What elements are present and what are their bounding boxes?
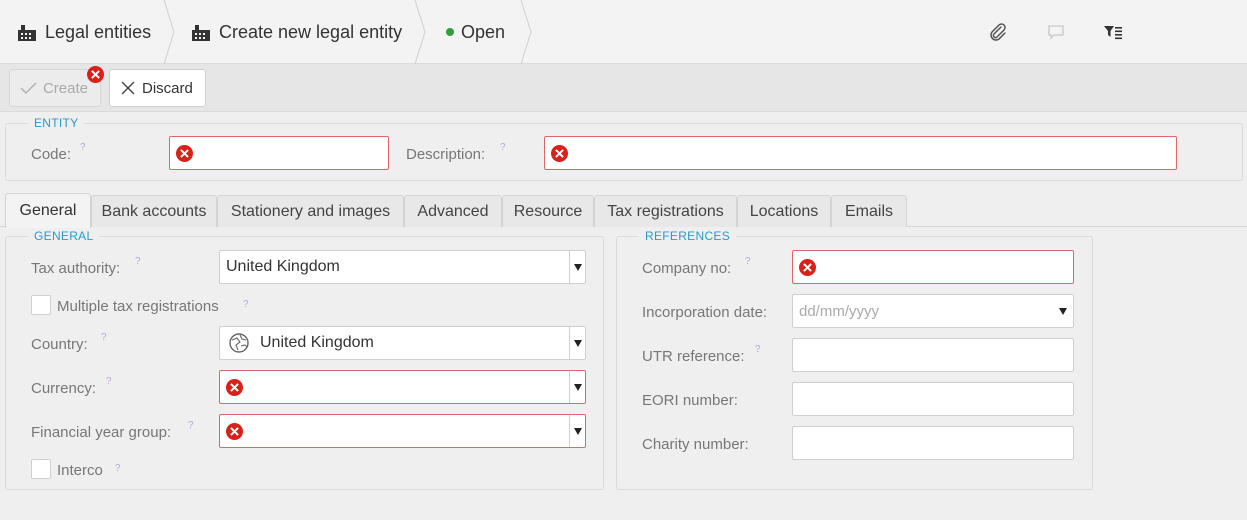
status-open: Open bbox=[446, 0, 505, 64]
error-icon bbox=[87, 66, 104, 83]
help-icon[interactable]: ? bbox=[115, 463, 121, 474]
discard-button-label: Discard bbox=[142, 79, 193, 97]
tab-advanced[interactable]: Advanced bbox=[404, 195, 502, 227]
chevron-down-icon[interactable] bbox=[569, 415, 585, 447]
references-legend: REFERENCES bbox=[639, 229, 737, 243]
discard-button[interactable]: Discard bbox=[109, 69, 206, 107]
error-icon bbox=[176, 144, 193, 162]
chevron-down-icon[interactable] bbox=[569, 327, 585, 359]
help-icon[interactable]: ? bbox=[106, 376, 112, 387]
country-select[interactable]: United Kingdom bbox=[219, 326, 586, 360]
multiple-tax-registrations-checkbox[interactable] bbox=[31, 295, 51, 315]
tab-tax-registrations[interactable]: Tax registrations bbox=[594, 195, 737, 227]
building-icon bbox=[192, 25, 210, 41]
eori-number-label: EORI number: bbox=[642, 392, 738, 409]
company-no-field[interactable] bbox=[792, 250, 1074, 284]
chevron-down-icon[interactable] bbox=[569, 251, 585, 283]
breadcrumb: Legal entities Create new legal entity O… bbox=[0, 0, 1247, 64]
status-dot-icon bbox=[446, 28, 454, 36]
chevron-down-icon[interactable] bbox=[1059, 295, 1067, 327]
incorporation-date-field[interactable]: dd/mm/yyyy bbox=[792, 294, 1074, 328]
breadcrumb-separator bbox=[163, 0, 175, 64]
breadcrumb-separator bbox=[520, 0, 532, 64]
error-icon bbox=[226, 378, 243, 396]
close-icon bbox=[121, 81, 135, 95]
checkmark-icon bbox=[20, 82, 37, 95]
help-icon[interactable]: ? bbox=[755, 344, 761, 355]
help-icon[interactable]: ? bbox=[500, 142, 506, 153]
status-label: Open bbox=[461, 21, 506, 42]
general-legend: GENERAL bbox=[28, 229, 100, 243]
company-no-label: Company no: bbox=[642, 260, 732, 277]
financial-year-group-label: Financial year group: bbox=[31, 424, 172, 441]
paperclip-icon[interactable] bbox=[988, 22, 1008, 42]
tab-bank-accounts[interactable]: Bank accounts bbox=[91, 195, 217, 227]
tax-authority-label: Tax authority: bbox=[31, 260, 121, 277]
utr-reference-label: UTR reference: bbox=[642, 348, 745, 365]
currency-select[interactable] bbox=[219, 370, 586, 404]
financial-year-group-select[interactable] bbox=[219, 414, 586, 448]
interco-checkbox[interactable] bbox=[31, 459, 51, 479]
help-icon[interactable]: ? bbox=[188, 420, 194, 431]
tab-emails[interactable]: Emails bbox=[831, 195, 907, 227]
breadcrumb-label: Create new legal entity bbox=[219, 21, 403, 42]
toolbar: Create Discard bbox=[0, 64, 1247, 112]
country-label: Country: bbox=[31, 336, 88, 353]
tab-general[interactable]: General bbox=[5, 193, 91, 228]
multiple-tax-registrations-label: Multiple tax registrations bbox=[57, 298, 219, 315]
tab-bar: General Bank accounts Stationery and ima… bbox=[0, 193, 1247, 228]
breadcrumb-label: Legal entities bbox=[45, 21, 152, 42]
eori-number-field[interactable] bbox=[792, 382, 1074, 416]
description-label: Description: bbox=[406, 146, 486, 163]
help-icon[interactable]: ? bbox=[243, 299, 249, 310]
chevron-down-icon[interactable] bbox=[569, 371, 585, 403]
entity-legend: ENTITY bbox=[28, 116, 85, 130]
code-field[interactable] bbox=[169, 136, 389, 170]
interco-label: Interco bbox=[57, 462, 103, 479]
comment-icon[interactable] bbox=[1046, 22, 1066, 42]
tab-resource[interactable]: Resource bbox=[502, 195, 594, 227]
tab-stationery-and-images[interactable]: Stationery and images bbox=[217, 195, 404, 227]
help-icon[interactable]: ? bbox=[745, 256, 751, 267]
utr-reference-field[interactable] bbox=[792, 338, 1074, 372]
create-button-label: Create bbox=[42, 79, 88, 97]
error-icon bbox=[799, 258, 816, 276]
tax-authority-select[interactable]: United Kingdom bbox=[219, 250, 586, 284]
charity-number-field[interactable] bbox=[792, 426, 1074, 460]
building-icon bbox=[18, 25, 36, 41]
error-icon bbox=[226, 422, 243, 440]
breadcrumb-separator bbox=[414, 0, 426, 64]
charity-number-label: Charity number: bbox=[642, 436, 749, 453]
tab-locations[interactable]: Locations bbox=[737, 195, 831, 227]
incorporation-date-label: Incorporation date: bbox=[642, 304, 768, 321]
breadcrumb-create-new-legal-entity[interactable]: Create new legal entity bbox=[191, 0, 402, 64]
help-icon[interactable]: ? bbox=[80, 142, 86, 153]
description-field[interactable] bbox=[544, 136, 1177, 170]
code-label: Code: bbox=[31, 146, 72, 163]
currency-label: Currency: bbox=[31, 380, 97, 397]
globe-icon bbox=[229, 333, 249, 353]
filter-list-icon[interactable] bbox=[1103, 22, 1123, 42]
error-icon bbox=[551, 144, 568, 162]
breadcrumb-legal-entities[interactable]: Legal entities bbox=[17, 0, 151, 64]
help-icon[interactable]: ? bbox=[135, 256, 141, 267]
help-icon[interactable]: ? bbox=[101, 332, 107, 343]
